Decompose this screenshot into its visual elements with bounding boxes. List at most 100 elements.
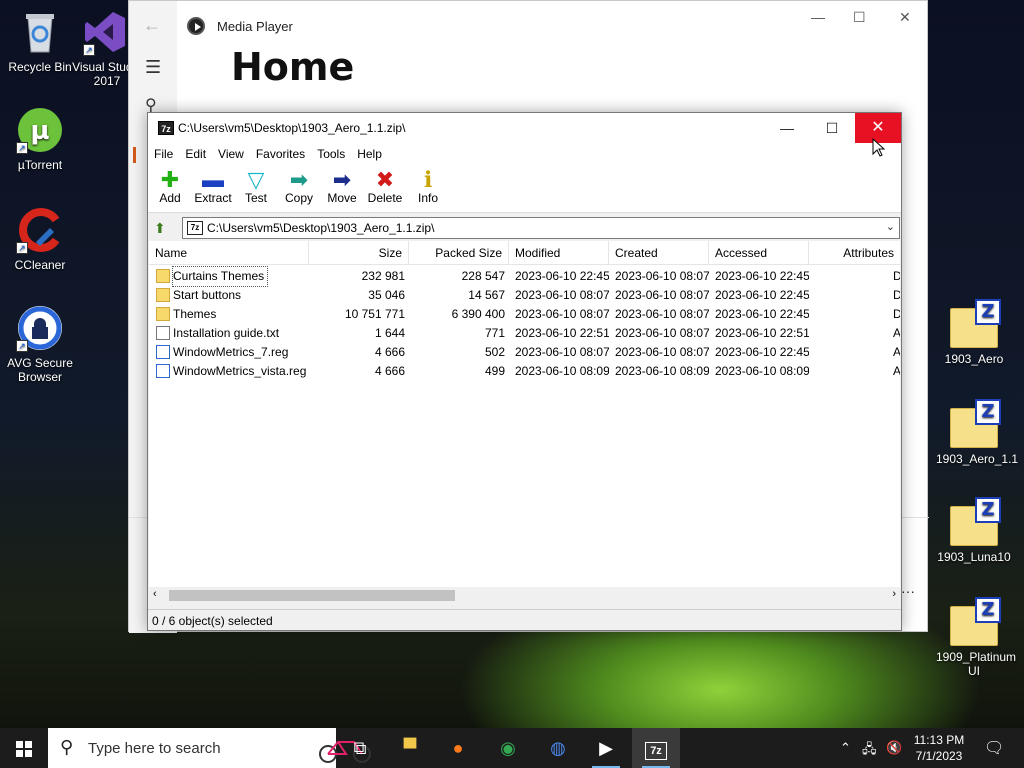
column-header-name[interactable]: Name bbox=[149, 241, 309, 265]
delete-button[interactable]: ✖ Delete bbox=[363, 167, 407, 206]
x-icon: ✖ bbox=[375, 167, 395, 192]
taskbar-clock[interactable]: 11:13 PM 7/1/2023 bbox=[906, 732, 972, 764]
cell-name: WindowMetrics_vista.reg bbox=[173, 364, 307, 378]
desktop-icon-utorrent[interactable]: µ ↗ µTorrent bbox=[2, 106, 78, 172]
media-player-taskbar-icon[interactable]: ▶ bbox=[582, 728, 630, 768]
maximize-icon[interactable]: ☐ bbox=[853, 9, 866, 26]
test-button[interactable]: ▽ Test bbox=[234, 169, 278, 206]
cell-packed: 14 567 bbox=[468, 288, 505, 302]
desktop-icon-label: CCleaner bbox=[14, 258, 66, 272]
menu-edit[interactable]: Edit bbox=[179, 143, 212, 165]
extract-button-label: Extract bbox=[194, 191, 232, 205]
menu-view[interactable]: View bbox=[212, 143, 250, 165]
column-header-accessed[interactable]: Accessed bbox=[709, 241, 809, 265]
cell-size: 4 666 bbox=[374, 364, 405, 378]
window-title: C:\Users\vm5\Desktop\1903_Aero_1.1.zip\ bbox=[178, 121, 406, 135]
notification-icon[interactable]: 🗨 bbox=[984, 738, 1004, 758]
back-arrow-icon[interactable]: ← bbox=[143, 15, 161, 36]
test-button-label: Test bbox=[244, 191, 267, 205]
cell-packed: 499 bbox=[484, 364, 505, 378]
maximize-button[interactable]: ☐ bbox=[809, 113, 855, 143]
file-list[interactable]: Name Size Packed Size Modified Created A… bbox=[149, 241, 900, 603]
7zip-file-manager-window[interactable]: 7z C:\Users\vm5\Desktop\1903_Aero_1.1.zi… bbox=[147, 112, 902, 631]
7zip-logo-icon: 7z bbox=[645, 742, 667, 760]
address-value: C:\Users\vm5\Desktop\1903_Aero_1.1.zip\ bbox=[207, 221, 435, 235]
desktop-icon-label: AVG Secure Browser bbox=[7, 356, 73, 384]
desktop-icon-avg-browser[interactable]: ↗ AVG Secure Browser bbox=[2, 304, 78, 384]
cell-name: Installation guide.txt bbox=[173, 326, 280, 340]
cell-attr: D bbox=[893, 307, 900, 321]
taskbar-search-box[interactable]: ⚲ Type here to search bbox=[48, 728, 371, 768]
cell-modified: 2023-06-10 22:45 bbox=[515, 269, 609, 283]
column-header-attributes[interactable]: Attributes bbox=[809, 241, 900, 265]
extract-button[interactable]: ▬ Extract bbox=[191, 169, 235, 206]
menu-file[interactable]: File bbox=[148, 143, 179, 165]
add-button[interactable]: ✚ Add bbox=[148, 169, 192, 206]
table-row[interactable]: WindowMetrics_vista.reg 4 666 499 2023-06-1… bbox=[149, 362, 900, 381]
7zip-app-icon: 7z bbox=[158, 121, 174, 135]
add-button-label: Add bbox=[159, 191, 181, 205]
table-row[interactable]: Installation guide.txt 1 644 771 2023-06-10… bbox=[149, 324, 900, 343]
copy-button[interactable]: ➡ Copy bbox=[277, 169, 321, 206]
table-row[interactable]: Curtains Themes 232 981 228 547 2023-06-10 … bbox=[149, 266, 900, 287]
move-arrow-icon: ➡ bbox=[332, 167, 352, 192]
menu-tools[interactable]: Tools bbox=[311, 143, 351, 165]
desktop-icon-1909-platinum[interactable]: Z 1909_Platinum UI bbox=[936, 597, 1016, 678]
info-button[interactable]: ℹ Info bbox=[406, 169, 450, 206]
delete-button-label: Delete bbox=[367, 191, 403, 205]
chevron-down-icon[interactable]: ⌄ bbox=[886, 220, 895, 233]
desktop-icon-1903-luna10[interactable]: Z 1903_Luna10 bbox=[936, 497, 1012, 564]
chrome-icon[interactable]: ◉ bbox=[484, 728, 532, 768]
close-icon[interactable]: ✕ bbox=[899, 9, 911, 26]
desktop-icon-1903-aero[interactable]: Z 1903_Aero bbox=[936, 299, 1012, 366]
cell-created: 2023-06-10 08:07 bbox=[615, 269, 709, 283]
registry-file-icon bbox=[156, 345, 170, 359]
shortcut-arrow-icon: ↗ bbox=[16, 242, 28, 254]
desktop-icon-recycle-bin[interactable]: Recycle Bin bbox=[2, 8, 78, 74]
minimize-button[interactable]: — bbox=[764, 113, 810, 143]
volume-muted-icon[interactable]: 🔇 bbox=[886, 740, 902, 756]
search-placeholder: Type here to search bbox=[88, 740, 221, 757]
table-row[interactable]: Themes 10 751 771 6 390 400 2023-06-10 08:0… bbox=[149, 305, 900, 324]
desktop-icon-label: µTorrent bbox=[17, 158, 63, 172]
menu-favorites[interactable]: Favorites bbox=[250, 143, 311, 165]
scroll-right-icon[interactable]: › bbox=[892, 588, 896, 600]
column-header-packed-size[interactable]: Packed Size bbox=[409, 241, 509, 265]
recycle-bin-icon bbox=[16, 8, 64, 56]
table-row[interactable]: Start buttons 35 046 14 567 2023-06-10 08:0… bbox=[149, 286, 900, 305]
menu-help[interactable]: Help bbox=[351, 143, 388, 165]
move-button[interactable]: ➡ Move bbox=[320, 167, 364, 206]
cell-accessed: 2023-06-10 22:45 bbox=[715, 345, 809, 359]
folder-icon bbox=[156, 307, 170, 321]
title-bar[interactable]: 7z C:\Users\vm5\Desktop\1903_Aero_1.1.zi… bbox=[148, 113, 901, 143]
minimize-icon[interactable]: — bbox=[811, 9, 825, 25]
more-options-icon[interactable]: ··· bbox=[901, 583, 915, 599]
avg-browser-taskbar-icon[interactable]: ◍ bbox=[534, 728, 582, 768]
shortcut-arrow-icon: ↗ bbox=[16, 340, 28, 352]
up-folder-icon[interactable]: ⬆ bbox=[154, 220, 166, 237]
desktop-icon-ccleaner[interactable]: ↗ CCleaner bbox=[2, 206, 78, 272]
firefox-icon[interactable]: ● bbox=[434, 728, 482, 768]
7zip-taskbar-icon[interactable]: 7z bbox=[632, 728, 680, 768]
start-button[interactable] bbox=[0, 728, 48, 768]
cell-size: 4 666 bbox=[374, 345, 405, 359]
hamburger-menu-icon[interactable]: ☰ bbox=[145, 57, 161, 78]
minimize-icon: — bbox=[780, 120, 794, 136]
cell-attr: D bbox=[893, 288, 900, 302]
desktop-icon-1903-aero-1-1[interactable]: Z 1903_Aero_1.1 bbox=[936, 399, 1018, 466]
chevron-up-icon[interactable]: ⌃ bbox=[840, 740, 851, 756]
file-explorer-icon[interactable]: ▀ bbox=[386, 728, 434, 768]
address-combobox[interactable]: 7z C:\Users\vm5\Desktop\1903_Aero_1.1.zi… bbox=[182, 217, 900, 239]
column-header-created[interactable]: Created bbox=[609, 241, 709, 265]
column-header-size[interactable]: Size bbox=[309, 241, 409, 265]
scrollbar-thumb[interactable] bbox=[169, 590, 455, 601]
folder-icon bbox=[156, 288, 170, 302]
cell-packed: 228 547 bbox=[461, 269, 505, 283]
task-view-icon[interactable]: ⧉ bbox=[336, 728, 384, 768]
cell-attr: A bbox=[893, 326, 900, 340]
horizontal-scrollbar[interactable]: ‹ › bbox=[149, 587, 900, 604]
column-header-modified[interactable]: Modified bbox=[509, 241, 609, 265]
network-icon[interactable]: 🖧 bbox=[862, 740, 877, 762]
scroll-left-icon[interactable]: ‹ bbox=[153, 588, 157, 600]
table-row[interactable]: WindowMetrics_7.reg 4 666 502 2023-06-10 08… bbox=[149, 343, 900, 362]
